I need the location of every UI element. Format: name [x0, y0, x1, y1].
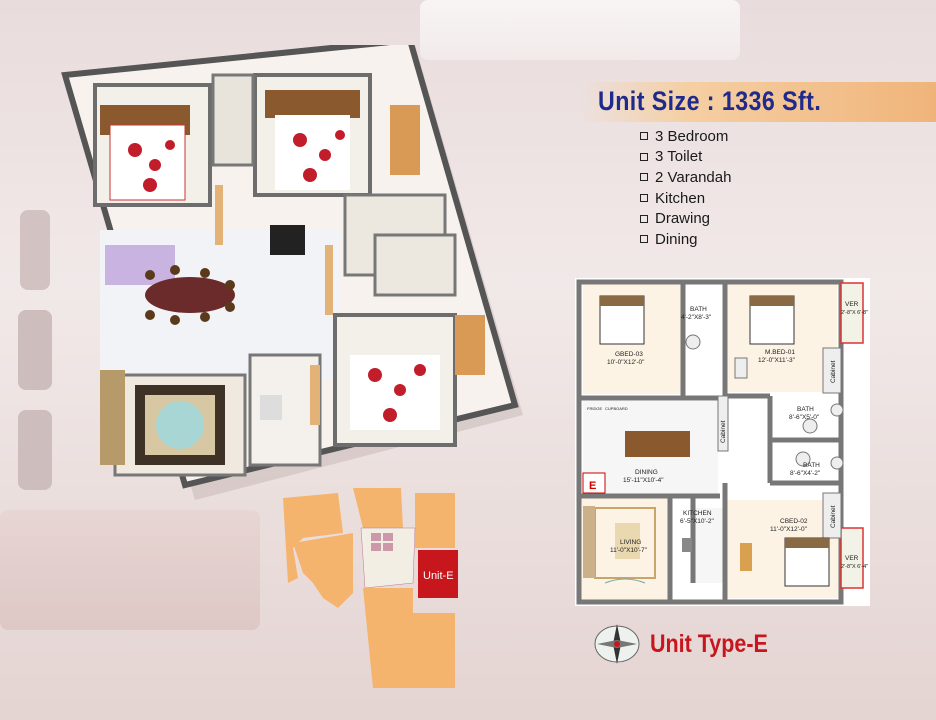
unit-size-banner: Unit Size : 1336 Sft.: [580, 82, 936, 122]
plan-label-gbed-size: 10'-0"X12'-0": [607, 359, 645, 366]
floor-plan-3d-render: [61, 45, 523, 500]
plan-label-cupboard: CUPBOARD: [605, 406, 628, 411]
plan-label-ver1: VER: [845, 301, 859, 308]
background-sofa: [0, 510, 260, 630]
key-plan: Unit-E: [283, 488, 458, 688]
background-wall-photo: [20, 210, 50, 290]
feature-list: 3 Bedroom 3 Toilet 2 Varandah Kitchen Dr…: [640, 126, 731, 250]
plan-label-fridge: FRIDGE: [587, 406, 602, 411]
background-wall-photo: [18, 310, 52, 390]
plan-label-entry: E: [589, 480, 596, 492]
plan-label-dining-size: 15'-11"X10'-4": [623, 477, 664, 484]
plan-label-bath1-size: 4'-2"X8'-3": [681, 314, 712, 321]
plan-label-mbed: M.BED-01: [765, 349, 795, 356]
feature-item: 2 Varandah: [640, 167, 731, 188]
checkbox-icon: [640, 194, 648, 203]
unit-type-title: Unit Type-E: [650, 630, 768, 658]
compass-icon: [594, 624, 640, 664]
plan-label-living-size: 11'-0"X10'-7": [610, 547, 648, 554]
checkbox-icon: [640, 132, 648, 141]
feature-item: Kitchen: [640, 188, 731, 209]
plan-label-cabinet: Cabinet: [720, 420, 727, 443]
plan-label-bath3: BATH: [803, 462, 820, 469]
plan-label-cabinet: Cabinet: [830, 360, 837, 383]
plan-label-bath2-size: 8'-6"X5'-0": [789, 414, 820, 421]
plan-label-living: LIVING: [620, 539, 641, 546]
checkbox-icon: [640, 235, 648, 244]
plan-label-ver1-size: 2'-8"X 6'-8": [841, 310, 868, 316]
plan-label-kitchen-size: 6'-5"X10'-2": [680, 518, 715, 525]
checkbox-icon: [640, 214, 648, 223]
plan-label-bath1: BATH: [690, 306, 707, 313]
unit-size-title: Unit Size : 1336 Sft.: [598, 86, 822, 116]
checkbox-icon: [640, 173, 648, 182]
plan-label-kitchen: KITCHEN: [683, 510, 712, 517]
plan-label-cabinet: Cabinet: [830, 505, 837, 528]
feature-item: Dining: [640, 229, 731, 250]
plan-label-bath2: BATH: [797, 406, 814, 413]
plan-label-cbed: CBED-02: [780, 518, 808, 525]
plan-label-ver2-size: 2'-8"X 6'-4": [841, 564, 868, 570]
checkbox-icon: [640, 152, 648, 161]
keyplan-unit-label: Unit-E: [423, 570, 454, 582]
plan-label-ver2: VER: [845, 555, 859, 562]
feature-item: 3 Toilet: [640, 147, 731, 168]
plan-label-mbed-size: 12'-0"X11'-3": [758, 357, 796, 364]
plan-label-bath3-size: 8'-6"X4'-2": [790, 470, 821, 477]
plan-label-cbed-size: 11'-0"X12'-0": [770, 526, 808, 533]
floor-plan-2d: GBED-03 10'-0"X12'-0" BATH 4'-2"X8'-3" M…: [575, 278, 870, 606]
plan-label-dining: DINING: [635, 469, 658, 476]
feature-item: Drawing: [640, 208, 731, 229]
plan-label-gbed: GBED-03: [615, 351, 643, 358]
background-wall-photo: [18, 410, 52, 490]
feature-item: 3 Bedroom: [640, 126, 731, 147]
